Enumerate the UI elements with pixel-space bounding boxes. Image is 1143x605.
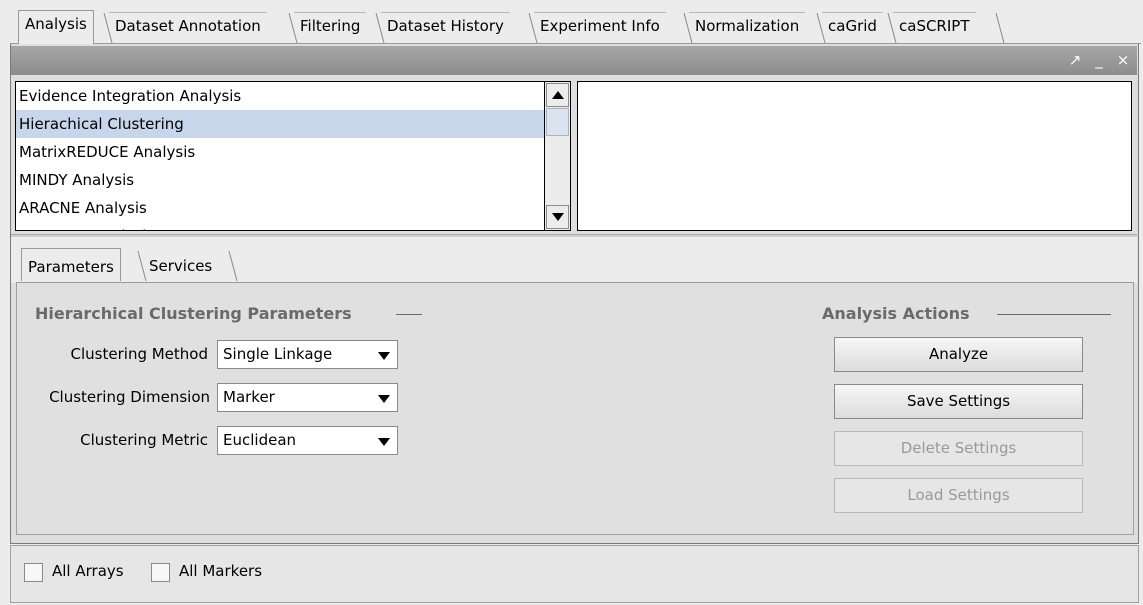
all-markers-label: All Markers [179,562,263,580]
parameters-section-rule [396,314,422,315]
close-icon[interactable]: × [1115,51,1131,69]
save-settings-button[interactable]: Save Settings [834,384,1083,419]
list-item[interactable]: NetBoost Analysis [16,222,544,230]
clustering-metric-value: Euclidean [223,431,297,449]
tab-filtering[interactable]: Filtering [294,12,367,43]
top-tab-strip: Analysis Dataset Annotation Filtering Da… [0,0,1143,44]
actions-section-title: Analysis Actions [822,304,970,323]
list-scrollbar[interactable] [545,81,571,231]
list-item[interactable]: MINDY Analysis [16,166,544,194]
actions-section-rule [997,314,1111,315]
minimize-icon[interactable]: _ [1091,51,1107,69]
tab-parameters[interactable]: Parameters [21,248,121,281]
tab-normalization[interactable]: Normalization [689,12,806,43]
all-arrays-checkbox[interactable] [24,563,43,582]
tab-cascript[interactable]: caSCRIPT [893,12,976,43]
clustering-dimension-select[interactable]: Marker [217,383,398,412]
analysis-description-box [577,81,1132,231]
clustering-method-value: Single Linkage [223,345,333,363]
tab-dataset-annotation[interactable]: Dataset Annotation [109,12,267,43]
delete-settings-button[interactable]: Delete Settings [834,431,1083,466]
scroll-up-button[interactable] [546,83,569,107]
analyze-button[interactable]: Analyze [834,337,1083,372]
scroll-down-button[interactable] [546,205,569,229]
tab-analysis[interactable]: Analysis [18,10,94,44]
tab-experiment-info[interactable]: Experiment Info [534,12,666,43]
clustering-metric-select[interactable]: Euclidean [217,426,398,455]
load-settings-button[interactable]: Load Settings [834,478,1083,513]
analysis-list[interactable]: Evidence Integration Analysis Hierachica… [15,81,545,231]
list-item[interactable]: MatrixREDUCE Analysis [16,138,544,166]
tab-services[interactable]: Services [143,248,218,281]
clustering-method-label: Clustering Method [70,345,208,363]
list-item[interactable]: ARACNE Analysis [16,194,544,222]
panel-titlebar: ↗ _ × [11,46,1137,75]
list-item[interactable]: Evidence Integration Analysis [16,82,544,110]
chevron-down-icon [378,438,390,446]
all-arrays-label: All Arrays [52,562,124,580]
list-item-selected[interactable]: Hierachical Clustering [16,110,544,138]
scroll-thumb[interactable] [546,108,569,136]
chevron-down-icon [378,352,390,360]
inner-tab-strip: Parameters Services [11,237,1137,283]
clustering-metric-label: Clustering Metric [80,431,208,449]
tab-cagrid[interactable]: caGrid [822,12,883,43]
all-markers-checkbox[interactable] [151,563,170,582]
tab-dataset-history[interactable]: Dataset History [381,12,510,43]
undock-icon[interactable]: ↗ [1067,51,1083,69]
arrow-up-icon [551,91,564,99]
parameters-section-title: Hierarchical Clustering Parameters [35,304,352,323]
clustering-method-select[interactable]: Single Linkage [217,340,398,369]
chevron-down-icon [378,395,390,403]
arrow-down-icon [551,213,564,221]
clustering-dimension-value: Marker [223,388,275,406]
clustering-dimension-label: Clustering Dimension [49,388,210,406]
